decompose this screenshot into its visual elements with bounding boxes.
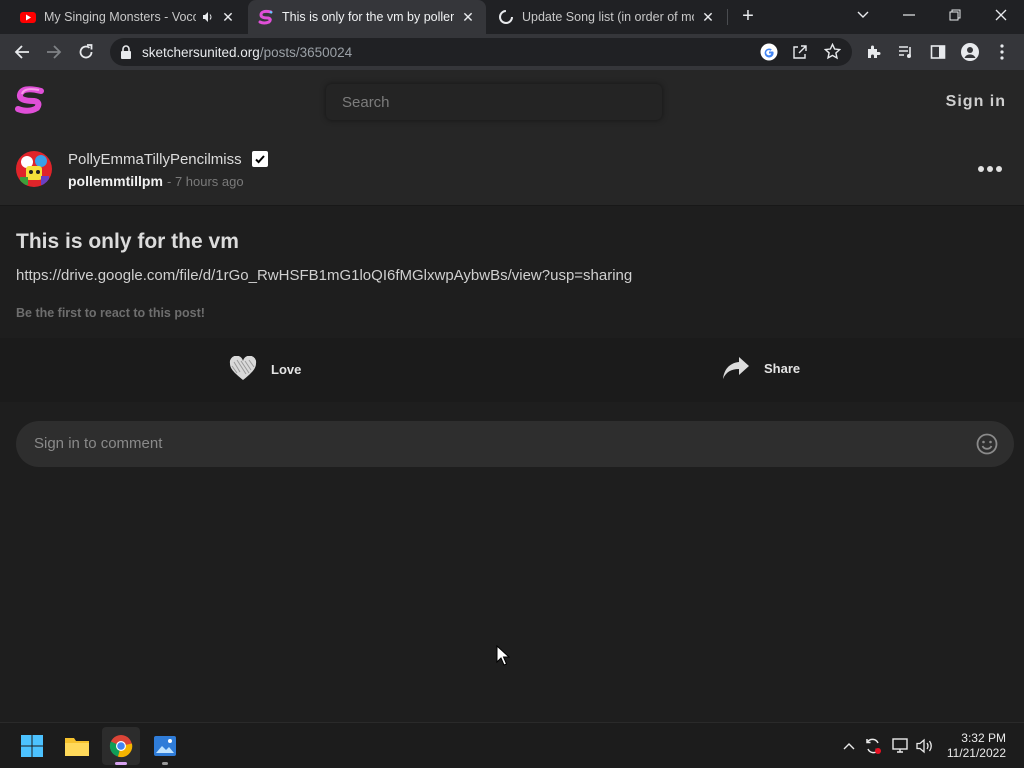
- tab-title: This is only for the vm by pollemmtillpm: [282, 10, 454, 24]
- chrome-taskbar-button[interactable]: [102, 727, 140, 765]
- photos-button[interactable]: [146, 727, 184, 765]
- kebab-menu-icon: [1000, 44, 1004, 60]
- share-button[interactable]: Share: [722, 356, 800, 380]
- close-tab-icon[interactable]: ✕: [220, 9, 236, 26]
- url-text: sketchersunited.org/posts/3650024: [142, 45, 353, 60]
- tab-title: My Singing Monsters - Voco: [44, 10, 196, 24]
- chevron-up-icon: [843, 743, 855, 750]
- forward-button[interactable]: [42, 40, 66, 64]
- close-window-button[interactable]: [978, 0, 1024, 30]
- start-button[interactable]: [13, 727, 51, 765]
- tab-youtube[interactable]: My Singing Monsters - Voco ✕: [10, 0, 246, 34]
- post-action-bar: Love Share: [0, 338, 1024, 402]
- chrome-menu-button[interactable]: [990, 40, 1014, 64]
- share-arrow-icon: [723, 357, 749, 379]
- music-queue-icon: [899, 46, 911, 58]
- bookmark-star-icon[interactable]: [824, 43, 841, 60]
- site-header: Search Sign in: [0, 70, 1024, 136]
- file-explorer-button[interactable]: [58, 727, 96, 765]
- youtube-icon: [20, 12, 36, 23]
- restore-button[interactable]: [932, 0, 978, 30]
- lock-icon[interactable]: [120, 45, 132, 59]
- avatar[interactable]: [16, 151, 52, 187]
- post-timestamp: - 7 hours ago: [167, 174, 244, 189]
- search-placeholder: Search: [342, 94, 390, 111]
- tab-update-song-list[interactable]: Update Song list (in order of most ✕: [488, 0, 726, 34]
- post-title: This is only for the vm: [16, 230, 239, 253]
- post-options-button[interactable]: [978, 166, 1002, 174]
- reload-button[interactable]: [74, 40, 98, 64]
- author-display-name[interactable]: PollyEmmaTillyPencilmiss: [68, 151, 242, 168]
- post-link[interactable]: https://drive.google.com/file/d/1rGo_RwH…: [16, 267, 632, 284]
- heart-icon: [229, 356, 257, 380]
- side-panel-button[interactable]: [926, 40, 950, 64]
- extensions-button[interactable]: [862, 40, 886, 64]
- volume-icon: [916, 738, 932, 754]
- page-content: Search Sign in PollyEmmaTillyPencilmiss …: [0, 70, 1024, 722]
- media-control-button[interactable]: [894, 40, 918, 64]
- google-translate-icon[interactable]: [760, 43, 778, 61]
- arrow-left-icon: [14, 45, 29, 59]
- photos-icon: [154, 736, 176, 756]
- show-hidden-icons-button[interactable]: [838, 735, 860, 757]
- love-button[interactable]: Love: [229, 356, 301, 382]
- windows-taskbar: 3:32 PM 11/21/2022: [0, 722, 1024, 768]
- speaker-icon[interactable]: [202, 11, 214, 23]
- back-button[interactable]: [10, 40, 34, 64]
- tab-active-post[interactable]: This is only for the vm by pollemmtillpm…: [248, 0, 486, 34]
- sync-status-button[interactable]: [862, 735, 884, 757]
- arrow-right-icon: [47, 45, 62, 59]
- tab-strip: My Singing Monsters - Voco ✕ This is onl…: [0, 0, 1024, 34]
- close-tab-icon[interactable]: ✕: [700, 9, 716, 26]
- sketchers-united-logo[interactable]: [14, 84, 46, 116]
- network-icon: [892, 738, 908, 753]
- browser-toolbar: sketchersunited.org/posts/3650024: [0, 34, 1024, 70]
- restore-icon: [949, 9, 961, 21]
- mouse-cursor-icon: [496, 645, 510, 666]
- user-avatar-image: [16, 151, 52, 187]
- close-tab-icon[interactable]: ✕: [460, 9, 476, 26]
- system-clock[interactable]: 3:32 PM 11/21/2022: [947, 731, 1006, 761]
- sign-in-link[interactable]: Sign in: [946, 93, 1006, 111]
- windows-logo-icon: [21, 735, 43, 757]
- loading-icon: [499, 10, 513, 24]
- love-label: Love: [271, 361, 302, 377]
- reaction-prompt: Be the first to react to this post!: [16, 306, 205, 320]
- reload-icon: [79, 44, 93, 59]
- post-author-bar: PollyEmmaTillyPencilmiss pollemmtillpm -…: [0, 136, 1024, 206]
- search-input[interactable]: Search: [326, 84, 662, 120]
- clock-time: 3:32 PM: [961, 731, 1006, 745]
- tab-search-button[interactable]: [840, 0, 886, 30]
- volume-button[interactable]: [914, 735, 936, 757]
- side-panel-icon: [930, 45, 946, 59]
- tab-title: Update Song list (in order of most: [522, 10, 694, 24]
- address-bar[interactable]: sketchersunited.org/posts/3650024: [110, 38, 852, 66]
- chrome-icon: [109, 735, 133, 758]
- new-tab-button[interactable]: +: [738, 6, 758, 26]
- profile-button[interactable]: [958, 40, 982, 64]
- chevron-down-icon: [857, 11, 869, 18]
- close-icon: [995, 9, 1007, 21]
- comment-placeholder: Sign in to comment: [34, 435, 163, 452]
- emoji-icon[interactable]: [976, 433, 998, 455]
- share-page-icon[interactable]: [792, 44, 808, 60]
- folder-icon: [65, 738, 89, 756]
- comment-input[interactable]: Sign in to comment: [16, 421, 1014, 467]
- share-label: Share: [764, 360, 801, 376]
- network-button[interactable]: [890, 735, 912, 757]
- author-handle[interactable]: pollemmtillpm: [68, 173, 163, 189]
- sketchers-united-icon: [258, 9, 273, 25]
- minimize-icon: [903, 14, 915, 16]
- minimize-button[interactable]: [886, 0, 932, 30]
- puzzle-icon: [868, 45, 881, 58]
- sync-icon: [866, 738, 881, 754]
- verified-check-icon: [252, 151, 268, 167]
- avatar-icon: [961, 43, 979, 61]
- clock-date: 11/21/2022: [946, 746, 1006, 760]
